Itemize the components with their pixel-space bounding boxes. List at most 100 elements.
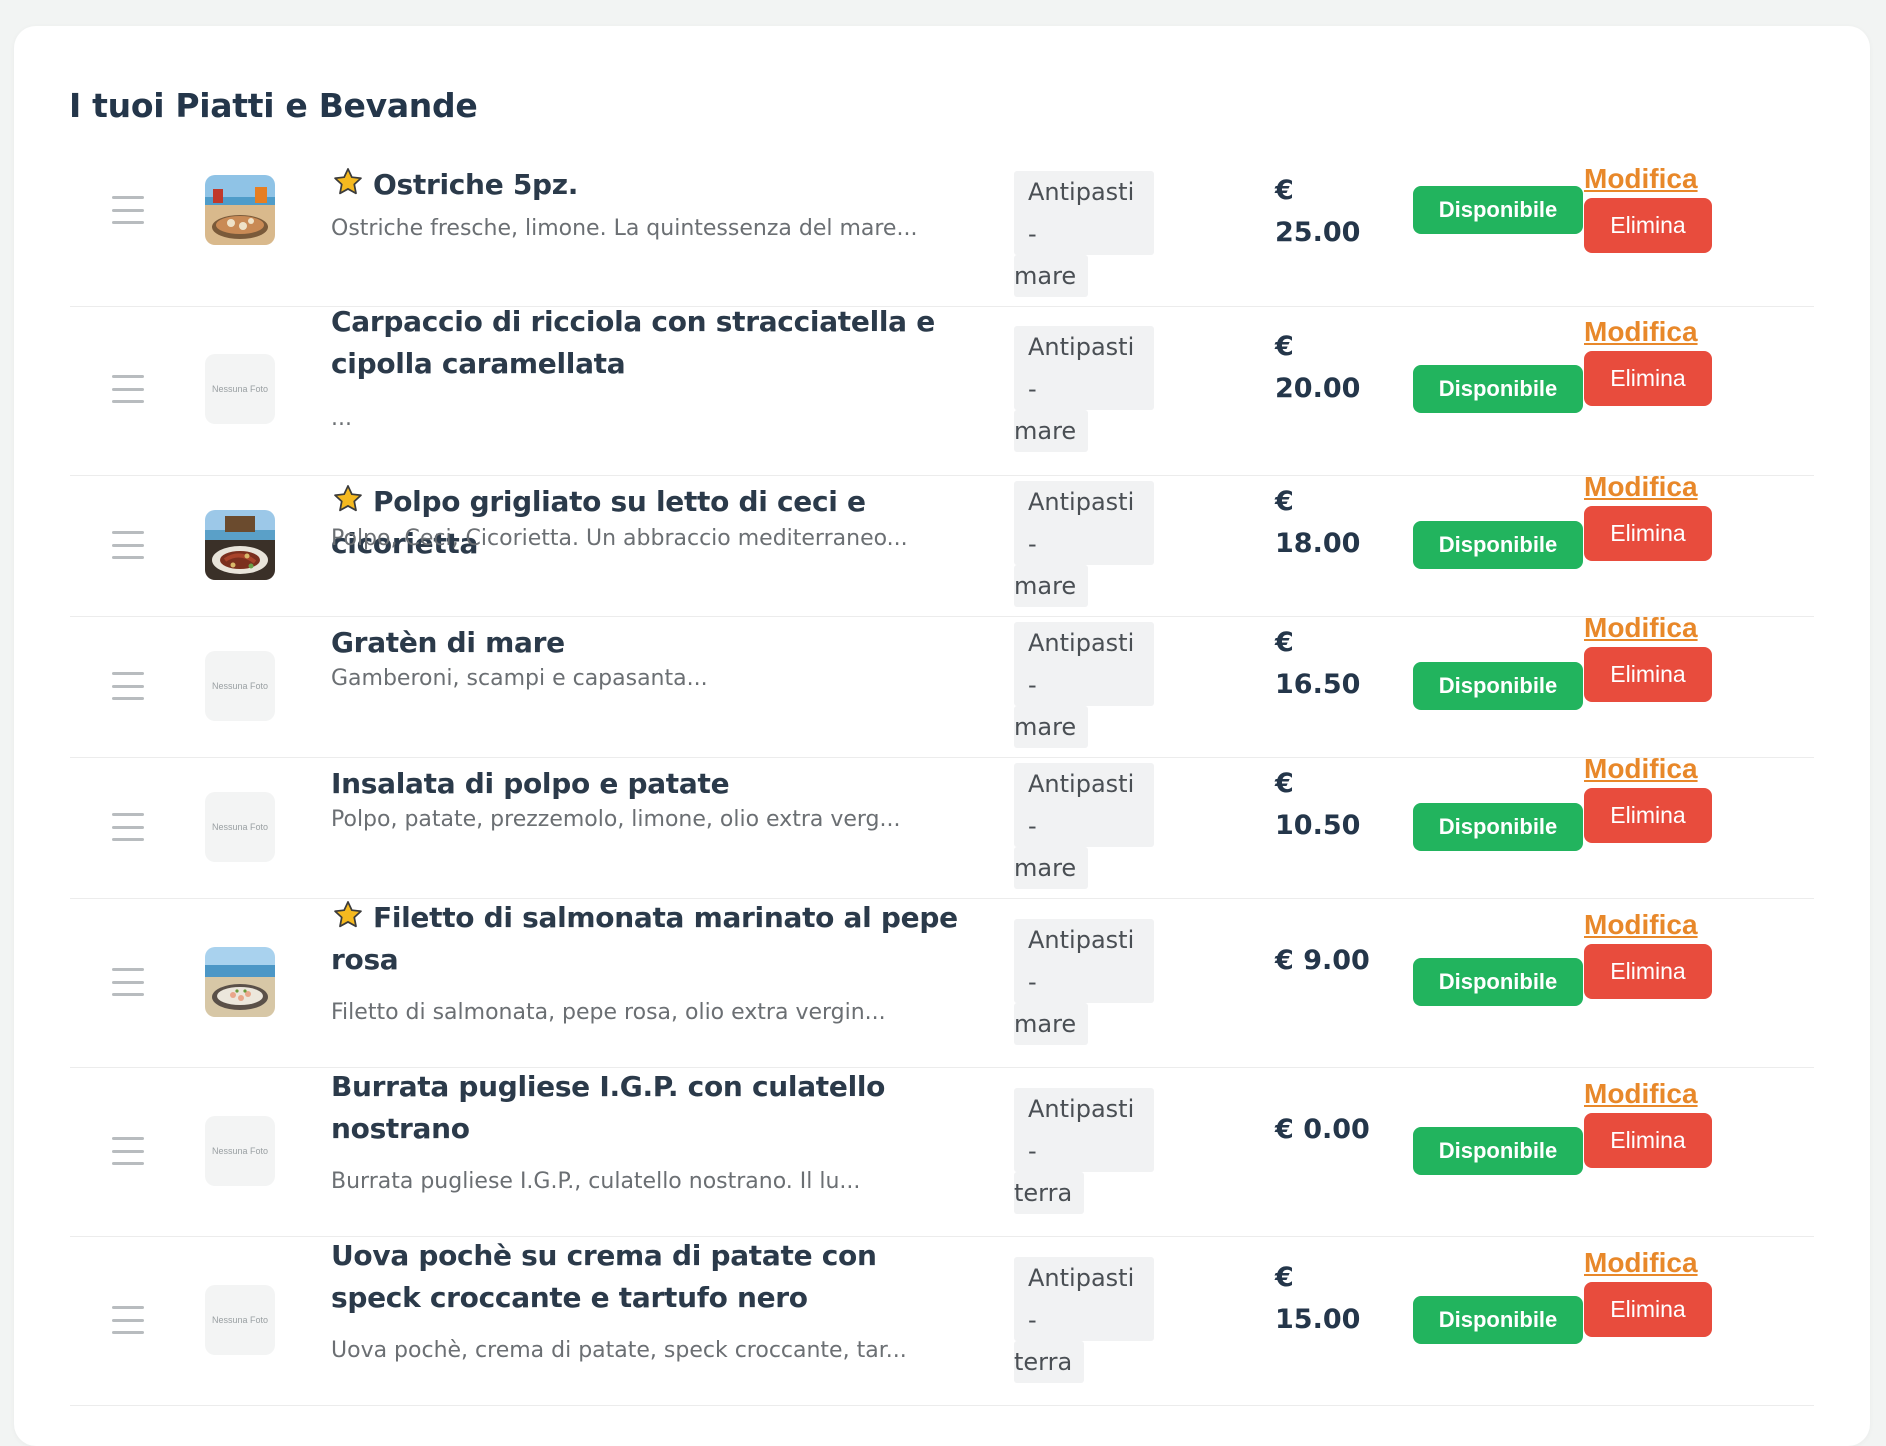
- dish-name-text: Insalata di polpo e patate: [331, 767, 730, 800]
- dish-name: Polpo grigliato su letto di ceci e cicor…: [331, 481, 971, 565]
- category-line-2: mare: [1014, 255, 1089, 297]
- price-currency: €: [1275, 1114, 1294, 1145]
- status-badge[interactable]: Disponibile: [1413, 662, 1583, 710]
- edit-link[interactable]: Modifica: [1584, 163, 1698, 195]
- edit-link[interactable]: Modifica: [1584, 612, 1698, 644]
- menu-item-row: Nessuna Foto Burrata pugliese I.G.P. con…: [70, 1068, 1814, 1237]
- drag-handle-icon[interactable]: [112, 1137, 144, 1165]
- dish-name-text: Gratèn di mare: [331, 626, 565, 659]
- price-amount: 15.00: [1275, 1304, 1361, 1335]
- no-photo-placeholder: Nessuna Foto: [205, 1285, 275, 1355]
- no-photo-label: Nessuna Foto: [211, 384, 269, 394]
- dish-price: €18.00: [1275, 481, 1385, 565]
- dish-name: Burrata pugliese I.G.P. con culatello no…: [331, 1066, 971, 1150]
- dish-price: €20.00: [1275, 326, 1385, 410]
- status-badge[interactable]: Disponibile: [1413, 803, 1583, 851]
- price-amount: 10.50: [1275, 810, 1361, 841]
- no-photo-placeholder: Nessuna Foto: [205, 354, 275, 424]
- no-photo-label: Nessuna Foto: [211, 822, 269, 832]
- dish-name-text: Filetto di salmonata marinato al pepe ro…: [331, 901, 958, 976]
- edit-link[interactable]: Modifica: [1584, 753, 1698, 785]
- edit-link[interactable]: Modifica: [1584, 1078, 1698, 1110]
- category-line-1: Antipasti -: [1014, 326, 1154, 410]
- delete-button[interactable]: Elimina: [1584, 647, 1712, 702]
- delete-button[interactable]: Elimina: [1584, 788, 1712, 843]
- status-badge[interactable]: Disponibile: [1413, 365, 1583, 413]
- edit-link[interactable]: Modifica: [1584, 1247, 1698, 1279]
- category-line-1: Antipasti -: [1014, 481, 1154, 565]
- dish-name: Gratèn di mare: [331, 622, 971, 664]
- drag-handle-icon[interactable]: [112, 968, 144, 996]
- category-line-2: mare: [1014, 565, 1089, 607]
- delete-button[interactable]: Elimina: [1584, 198, 1712, 253]
- category-line-1: Antipasti -: [1014, 171, 1154, 255]
- category-line-2: mare: [1014, 1003, 1089, 1045]
- status-badge[interactable]: Disponibile: [1413, 1296, 1583, 1344]
- drag-handle-icon[interactable]: [112, 196, 144, 224]
- drag-handle-icon[interactable]: [112, 672, 144, 700]
- dish-category: Antipasti - mare: [1014, 326, 1154, 452]
- dish-description: Polpo, patate, prezzemolo, limone, olio …: [331, 807, 901, 832]
- dish-category: Antipasti - terra: [1014, 1257, 1154, 1383]
- dish-category: Antipasti - mare: [1014, 171, 1154, 297]
- delete-button[interactable]: Elimina: [1584, 351, 1712, 406]
- status-badge[interactable]: Disponibile: [1413, 186, 1583, 234]
- drag-handle-icon[interactable]: [112, 1306, 144, 1334]
- menu-item-row: Filetto di salmonata marinato al pepe ro…: [70, 899, 1814, 1068]
- dish-category: Antipasti - terra: [1014, 1088, 1154, 1214]
- edit-link[interactable]: Modifica: [1584, 909, 1698, 941]
- dish-description: Uova pochè, crema di patate, speck crocc…: [331, 1338, 907, 1363]
- price-currency: €: [1275, 175, 1294, 206]
- dish-name: Uova pochè su crema di patate con speck …: [331, 1235, 971, 1319]
- status-badge[interactable]: Disponibile: [1413, 1127, 1583, 1175]
- dish-description: Burrata pugliese I.G.P., culatello nostr…: [331, 1169, 861, 1194]
- featured-star-icon: [334, 168, 362, 195]
- featured-star-icon: [334, 901, 362, 928]
- drag-handle-icon[interactable]: [112, 813, 144, 841]
- dish-price: € 9.00: [1275, 940, 1385, 982]
- price-amount: 0.00: [1303, 1114, 1370, 1145]
- dish-photo: [205, 510, 275, 580]
- dish-category: Antipasti - mare: [1014, 622, 1154, 748]
- dish-description: Ostriche fresche, limone. La quintessenz…: [331, 216, 918, 241]
- price-amount: 9.00: [1303, 945, 1370, 976]
- status-badge[interactable]: Disponibile: [1413, 958, 1583, 1006]
- dish-name-text: Carpaccio di ricciola con stracciatella …: [331, 305, 935, 380]
- dish-price: €25.00: [1275, 170, 1385, 254]
- menu-item-row: Nessuna Foto Uova pochè su crema di pata…: [70, 1237, 1814, 1406]
- price-currency: €: [1275, 1262, 1294, 1293]
- delete-button[interactable]: Elimina: [1584, 1113, 1712, 1168]
- delete-button[interactable]: Elimina: [1584, 1282, 1712, 1337]
- no-photo-placeholder: Nessuna Foto: [205, 1116, 275, 1186]
- drag-handle-icon[interactable]: [112, 531, 144, 559]
- no-photo-label: Nessuna Foto: [211, 681, 269, 691]
- featured-star-icon: [334, 485, 362, 512]
- dish-name-text: Burrata pugliese I.G.P. con culatello no…: [331, 1070, 886, 1145]
- price-amount: 18.00: [1275, 528, 1361, 559]
- dish-category: Antipasti - mare: [1014, 919, 1154, 1045]
- price-amount: 25.00: [1275, 217, 1361, 248]
- menu-items-card: I tuoi Piatti e Bevande Ostriche 5pz. Os…: [14, 26, 1870, 1446]
- delete-button[interactable]: Elimina: [1584, 506, 1712, 561]
- drag-handle-icon[interactable]: [112, 375, 144, 403]
- dish-description: Polpo, Ceci, Cicorietta. Un abbraccio me…: [331, 526, 908, 551]
- page-title: I tuoi Piatti e Bevande: [69, 86, 478, 125]
- category-line-1: Antipasti -: [1014, 763, 1154, 847]
- dish-price: € 0.00: [1275, 1109, 1385, 1151]
- edit-link[interactable]: Modifica: [1584, 471, 1698, 503]
- price-amount: 16.50: [1275, 669, 1361, 700]
- dish-description: ...: [331, 406, 352, 431]
- status-badge[interactable]: Disponibile: [1413, 521, 1583, 569]
- edit-link[interactable]: Modifica: [1584, 316, 1698, 348]
- category-line-2: mare: [1014, 410, 1089, 452]
- dish-name-text: Ostriche 5pz.: [373, 168, 579, 201]
- price-currency: €: [1275, 945, 1294, 976]
- dish-price: €16.50: [1275, 622, 1385, 706]
- dish-price: €15.00: [1275, 1257, 1385, 1341]
- menu-item-row: Polpo grigliato su letto di ceci e cicor…: [70, 471, 1814, 617]
- category-line-2: mare: [1014, 706, 1089, 748]
- dish-category: Antipasti - mare: [1014, 763, 1154, 889]
- delete-button[interactable]: Elimina: [1584, 944, 1712, 999]
- category-line-2: mare: [1014, 847, 1089, 889]
- category-line-2: terra: [1014, 1341, 1085, 1383]
